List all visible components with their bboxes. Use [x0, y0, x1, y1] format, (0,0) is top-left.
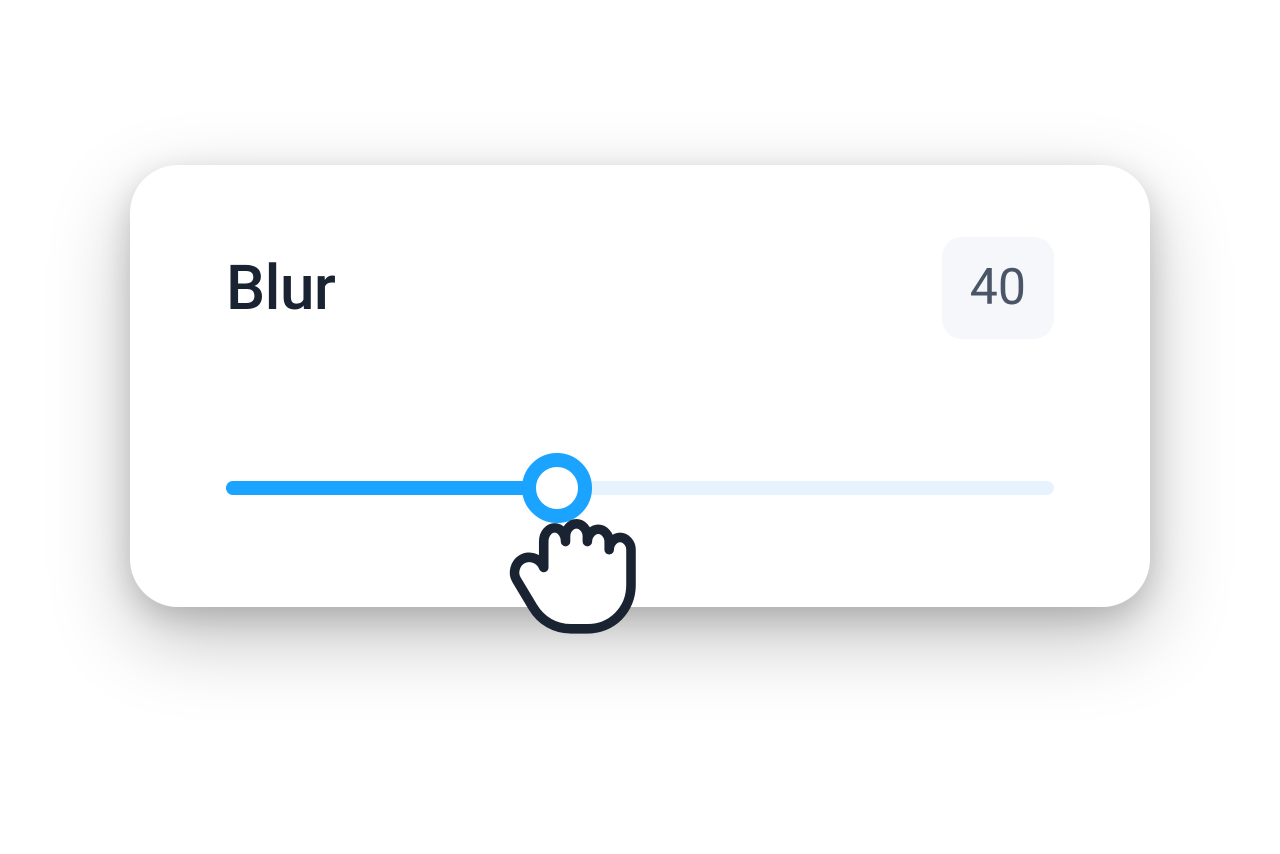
slider-fill: [226, 481, 557, 495]
slider-value-badge[interactable]: 40: [942, 237, 1054, 339]
blur-slider-card: Blur 40: [130, 165, 1150, 607]
blur-slider[interactable]: [226, 449, 1054, 535]
slider-thumb[interactable]: [522, 453, 592, 523]
slider-label: Blur: [226, 252, 335, 325]
card-header: Blur 40: [226, 237, 1054, 339]
